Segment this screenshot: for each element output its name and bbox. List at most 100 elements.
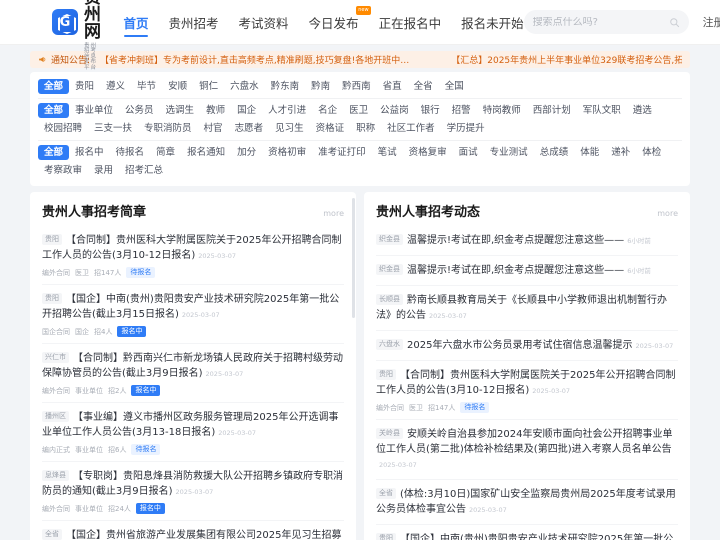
- list-item[interactable]: 息烽县 【专职岗】贵阳息烽县消防救援大队公开招聘乡镇政府专职消防员的通知(截止3月…: [42, 461, 344, 520]
- filter-tag-category-0[interactable]: 全部: [38, 103, 70, 118]
- filter-tag-category-5[interactable]: 国企: [231, 103, 262, 118]
- filter-tag-category-6[interactable]: 人才引进: [262, 103, 312, 118]
- nav-item-4[interactable]: 正在报名中: [379, 0, 442, 45]
- filter-tag-region-8[interactable]: 黔南: [305, 79, 336, 94]
- filter-tag-region-7[interactable]: 黔东南: [265, 79, 306, 94]
- filter-tag-category-2[interactable]: 公务员: [119, 103, 160, 118]
- filter-tag-stage-3[interactable]: 简章: [150, 145, 181, 160]
- filter-tag-stage-18[interactable]: 招考汇总: [119, 163, 169, 178]
- filter-tag-stage-5[interactable]: 加分: [231, 145, 262, 160]
- notice-item-1[interactable]: 【汇总】2025年贵州上半年事业单位329联考招考公告,拓: [451, 53, 682, 66]
- filter-tag-category-19[interactable]: 村官: [198, 121, 229, 136]
- filter-tag-region-11[interactable]: 全省: [408, 79, 439, 94]
- filter-tag-region-9[interactable]: 黔西南: [336, 79, 377, 94]
- filter-tag-category-18[interactable]: 专职消防员: [138, 121, 198, 136]
- filter-tag-stage-11[interactable]: 专业测试: [484, 145, 534, 160]
- list-item[interactable]: 贵阳 【合同制】贵州医科大学附属医院关于2025年公开招聘合同制工作人员的公告(3…: [376, 360, 678, 419]
- filter-tag-stage-0[interactable]: 全部: [38, 145, 70, 160]
- filter-tag-region-1[interactable]: 贵阳: [69, 79, 100, 94]
- filter-tag-category-7[interactable]: 名企: [312, 103, 343, 118]
- list-item-title[interactable]: 黔南长顺县教育局关于《长顺县中小学教师退出机制暂行办法》的公告: [376, 295, 667, 321]
- list-item[interactable]: 全省 (体检:3月10日)国家矿山安全监察局贵州局2025年度考试录用公务员体检事…: [376, 479, 678, 524]
- nav-item-2[interactable]: 考试资料: [239, 0, 289, 45]
- left-panel-scrollbar[interactable]: [352, 198, 355, 318]
- filter-tag-category-21[interactable]: 见习生: [269, 121, 310, 136]
- list-item[interactable]: 长顺县 黔南长顺县教育局关于《长顺县中小学教师退出机制暂行办法》的公告 2025-0…: [376, 285, 678, 330]
- list-item[interactable]: 关岭县 安顺关岭自治县参加2024年安顺市面向社会公开招聘事业单位工作人员(第二批…: [376, 419, 678, 479]
- filter-tag-stage-4[interactable]: 报名通知: [181, 145, 231, 160]
- filter-tag-category-20[interactable]: 志愿者: [229, 121, 270, 136]
- filter-tag-category-22[interactable]: 资格证: [310, 121, 351, 136]
- list-item[interactable]: 贵阳【国企】中南(贵州)贵阳贵安产业技术研究院2025年第一批公开招聘公告(截止…: [376, 524, 678, 540]
- auth-links[interactable]: 注册/登录: [703, 14, 720, 30]
- filter-tag-stage-7[interactable]: 准考证打印: [312, 145, 372, 160]
- nav-item-3[interactable]: 今日发布 new: [309, 0, 371, 45]
- filter-tag-stage-1[interactable]: 报名中: [69, 145, 110, 160]
- filter-tag-region-2[interactable]: 遵义: [100, 79, 131, 94]
- nav-item-1[interactable]: 贵州招考: [169, 0, 219, 45]
- list-item-title[interactable]: 2025年六盘水市公务员录用考试住宿信息温馨提示: [407, 340, 632, 351]
- filter-tag-region-5[interactable]: 铜仁: [193, 79, 224, 94]
- list-item-title[interactable]: (体检:3月10日)国家矿山安全监察局贵州局2025年度考试录用公务员体检事宜公…: [376, 489, 676, 515]
- list-item[interactable]: 全省【国企】贵州省旅游产业发展集团有限公司2025年见习生招募公告(招满为止)2…: [42, 520, 344, 540]
- filter-tag-category-12[interactable]: 特岗教师: [477, 103, 527, 118]
- list-item-title[interactable]: 【国企】中南(贵州)贵阳贵安产业技术研究院2025年第一批公开招聘公告(截止3月…: [376, 534, 673, 540]
- filter-tag-category-13[interactable]: 西部计划: [527, 103, 577, 118]
- right-panel-more-link[interactable]: more: [657, 209, 678, 218]
- filter-tag-stage-13[interactable]: 体能: [574, 145, 605, 160]
- filter-tag-category-16[interactable]: 校园招聘: [38, 121, 88, 136]
- filter-tag-category-9[interactable]: 公益岗: [374, 103, 415, 118]
- filter-tag-stage-17[interactable]: 录用: [88, 163, 119, 178]
- filter-tag-category-8[interactable]: 医卫: [343, 103, 374, 118]
- list-item-title[interactable]: 【合同制】贵州医科大学附属医院关于2025年公开招聘合同制工作人员的公告(3月1…: [376, 370, 675, 396]
- filter-tag-stage-2[interactable]: 待报名: [110, 145, 151, 160]
- filter-tag-category-25[interactable]: 学历提升: [441, 121, 491, 136]
- filter-tag-stage-9[interactable]: 资格复审: [403, 145, 453, 160]
- search-box[interactable]: [523, 10, 689, 34]
- filter-tag-category-17[interactable]: 三支一扶: [88, 121, 138, 136]
- filter-tag-category-24[interactable]: 社区工作者: [381, 121, 441, 136]
- filter-tag-stage-12[interactable]: 总成绩: [534, 145, 575, 160]
- filter-tag-stage-6[interactable]: 资格初审: [262, 145, 312, 160]
- list-item-title[interactable]: 温馨提示!考试在即,织金考点提醒您注意这些——: [407, 265, 624, 276]
- list-item[interactable]: 织金县 温馨提示!考试在即,织金考点提醒您注意这些—— 6小时前: [376, 255, 678, 285]
- notice-item-0[interactable]: 【省考冲刺班】专为考前设计,直击高频考点,精准刷题,技巧复盘!各地开班中…: [100, 53, 409, 66]
- filter-tag-region-6[interactable]: 六盘水: [224, 79, 265, 94]
- filter-tag-stage-15[interactable]: 体检: [636, 145, 667, 160]
- filter-tag-stage-10[interactable]: 面试: [453, 145, 484, 160]
- list-item-title[interactable]: 【合同制】贵州医科大学附属医院关于2025年公开招聘合同制工作人员的公告(3月1…: [42, 235, 341, 261]
- search-input[interactable]: [532, 16, 669, 28]
- list-item[interactable]: 播州区 【事业编】遵义市播州区政务服务管理局2025年公开选调事业单位工作人员公告…: [42, 402, 344, 461]
- filter-tag-region-3[interactable]: 毕节: [131, 79, 162, 94]
- filter-tag-region-10[interactable]: 省直: [377, 79, 408, 94]
- nav-item-5[interactable]: 报名未开始: [461, 0, 524, 45]
- filter-tag-category-10[interactable]: 银行: [415, 103, 446, 118]
- list-item[interactable]: 兴仁市 【合同制】黔西南兴仁市新龙场镇人民政府关于招聘村级劳动保障协管员的公告(截…: [42, 343, 344, 402]
- filter-tag-category-4[interactable]: 教师: [200, 103, 231, 118]
- filter-tag-stage-14[interactable]: 递补: [605, 145, 636, 160]
- list-item-title[interactable]: 温馨提示!考试在即,织金考点提醒您注意这些——: [407, 235, 624, 246]
- left-panel-more-link[interactable]: more: [323, 209, 344, 218]
- list-item-title[interactable]: 【事业编】遵义市播州区政务服务管理局2025年公开选调事业单位工作人员公告(3月…: [42, 412, 338, 438]
- filter-tag-category-23[interactable]: 职称: [350, 121, 381, 136]
- nav-item-0[interactable]: 首页: [124, 0, 149, 45]
- filter-tag-region-0[interactable]: 全部: [38, 79, 70, 94]
- filter-row-region: 全部 贵阳 遵义 毕节 安顺 铜仁 六盘水 黔东南 黔南 黔西南 省直 全省 全国: [38, 78, 682, 95]
- list-item[interactable]: 六盘水 2025年六盘水市公务员录用考试住宿信息温馨提示 2025-03-07: [376, 330, 678, 360]
- filter-tag-category-1[interactable]: 事业单位: [69, 103, 119, 118]
- list-item-title[interactable]: 【国企】贵州省旅游产业发展集团有限公司2025年见习生招募公告(招满为止): [42, 530, 341, 540]
- filter-tag-region-4[interactable]: 安顺: [162, 79, 193, 94]
- filter-tag-category-14[interactable]: 军队文职: [577, 103, 627, 118]
- filter-tag-stage-8[interactable]: 笔试: [372, 145, 403, 160]
- register-link[interactable]: 注册: [703, 16, 720, 29]
- list-item[interactable]: 贵阳【国企】中南(贵州)贵阳贵安产业技术研究院2025年第一批公开招聘公告(截止…: [42, 284, 344, 343]
- list-item[interactable]: 织金县 温馨提示!考试在即,织金考点提醒您注意这些—— 6小时前: [376, 226, 678, 255]
- list-item[interactable]: 贵阳 【合同制】贵州医科大学附属医院关于2025年公开招聘合同制工作人员的公告(3…: [42, 226, 344, 284]
- filter-tag-category-11[interactable]: 招警: [446, 103, 477, 118]
- filter-tag-category-3[interactable]: 选调生: [160, 103, 201, 118]
- filter-tag-stage-16[interactable]: 考察政审: [38, 163, 88, 178]
- filter-tag-region-12[interactable]: 全国: [439, 79, 470, 94]
- list-item-title[interactable]: 【合同制】黔西南兴仁市新龙场镇人民政府关于招聘村级劳动保障协管员的公告(截止3月…: [42, 353, 343, 379]
- list-item-title[interactable]: 安顺关岭自治县参加2024年安顺市面向社会公开招聘事业单位工作人员(第二批)体检…: [376, 429, 672, 455]
- filter-tag-category-15[interactable]: 遴选: [627, 103, 658, 118]
